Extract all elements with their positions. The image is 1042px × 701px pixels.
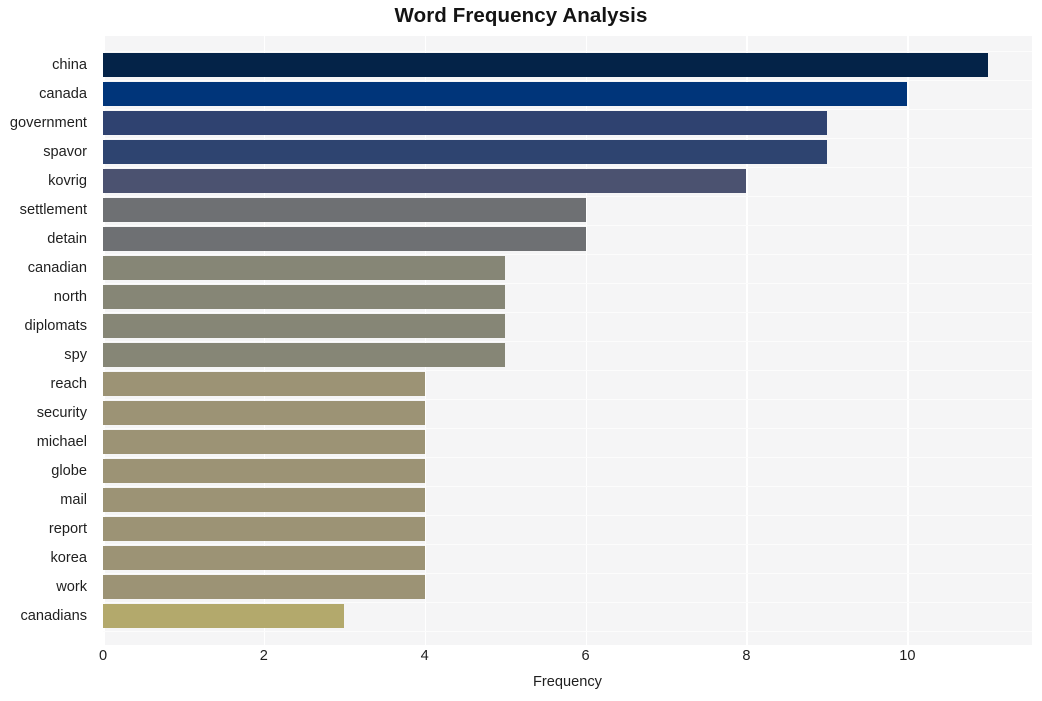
bar-michael[interactable] (103, 430, 425, 454)
bar-china[interactable] (103, 53, 988, 77)
x-tick-label: 10 (899, 648, 916, 664)
horizontal-gridline (103, 108, 1032, 110)
y-tick-label-spy: spy (64, 347, 87, 363)
horizontal-gridline (103, 282, 1032, 284)
x-axis-tick-labels: 0 2 4 6 8 10 (99, 648, 1032, 672)
y-tick-label-kovrig: kovrig (48, 173, 87, 189)
y-tick-label-settlement: settlement (19, 202, 87, 218)
bar-canadians[interactable] (103, 604, 345, 628)
plot-area (103, 36, 1032, 645)
y-tick-label-mail: mail (60, 492, 87, 508)
horizontal-gridline (103, 456, 1032, 458)
y-tick-label-north: north (53, 289, 87, 305)
bar-mail[interactable] (103, 488, 425, 512)
bar-work[interactable] (103, 575, 425, 599)
bar-diplomats[interactable] (103, 314, 506, 338)
y-tick-label-diplomats: diplomats (24, 318, 87, 334)
y-tick-label-spavor: spavor (43, 144, 87, 160)
y-tick-label-security: security (36, 405, 87, 421)
y-tick-label-reach: reach (50, 376, 87, 392)
horizontal-gridline (103, 340, 1032, 342)
horizontal-gridline (103, 630, 1032, 632)
y-tick-label-work: work (56, 579, 87, 595)
bar-kovrig[interactable] (103, 169, 747, 193)
x-tick-label: 6 (581, 648, 590, 664)
x-tick-label: 0 (98, 648, 108, 664)
horizontal-gridline (103, 253, 1032, 255)
bar-report[interactable] (103, 517, 425, 541)
y-tick-label-canadians: canadians (20, 608, 87, 624)
y-tick-label-government: government (9, 115, 87, 131)
bar-korea[interactable] (103, 546, 425, 570)
horizontal-gridline (103, 514, 1032, 516)
horizontal-gridline (103, 369, 1032, 371)
y-tick-label-report: report (48, 521, 87, 537)
bar-spavor[interactable] (103, 140, 827, 164)
y-tick-label-canadian: canadian (27, 260, 87, 276)
x-tick-label: 2 (259, 648, 268, 664)
y-tick-label-china: china (52, 57, 87, 73)
word-frequency-chart: Word Frequency Analysis china canada gover… (0, 0, 1042, 701)
y-tick-label-michael: michael (36, 434, 87, 450)
bar-government[interactable] (103, 111, 827, 135)
horizontal-gridline (103, 543, 1032, 545)
bar-reach[interactable] (103, 372, 425, 396)
bar-detain[interactable] (103, 227, 586, 251)
y-tick-label-globe: globe (51, 463, 87, 479)
x-axis-label: Frequency (533, 674, 602, 690)
horizontal-gridline (103, 572, 1032, 574)
horizontal-gridline (103, 311, 1032, 313)
horizontal-gridline (103, 195, 1032, 197)
bar-canada[interactable] (103, 82, 908, 106)
bar-spy[interactable] (103, 343, 506, 367)
horizontal-gridline (103, 50, 1032, 52)
bar-north[interactable] (103, 285, 506, 309)
bar-settlement[interactable] (103, 198, 586, 222)
page-title: Word Frequency Analysis (394, 4, 648, 27)
x-tick-label: 8 (742, 648, 751, 664)
x-tick-label: 4 (420, 648, 429, 664)
horizontal-gridline (103, 79, 1032, 81)
y-tick-label-korea: korea (50, 550, 87, 566)
horizontal-gridline (103, 137, 1032, 139)
bar-canadian[interactable] (103, 256, 506, 280)
horizontal-gridline (103, 485, 1032, 487)
horizontal-gridline (103, 166, 1032, 168)
horizontal-gridline (103, 427, 1032, 429)
y-axis-tick-labels: china canada government spavor kovrig settlem… (0, 36, 95, 645)
y-tick-label-detain: detain (47, 231, 87, 247)
horizontal-gridline (103, 601, 1032, 603)
bar-security[interactable] (103, 401, 425, 425)
horizontal-gridline (103, 224, 1032, 226)
bar-globe[interactable] (103, 459, 425, 483)
y-tick-label-canada: canada (39, 86, 87, 102)
horizontal-gridline (103, 398, 1032, 400)
